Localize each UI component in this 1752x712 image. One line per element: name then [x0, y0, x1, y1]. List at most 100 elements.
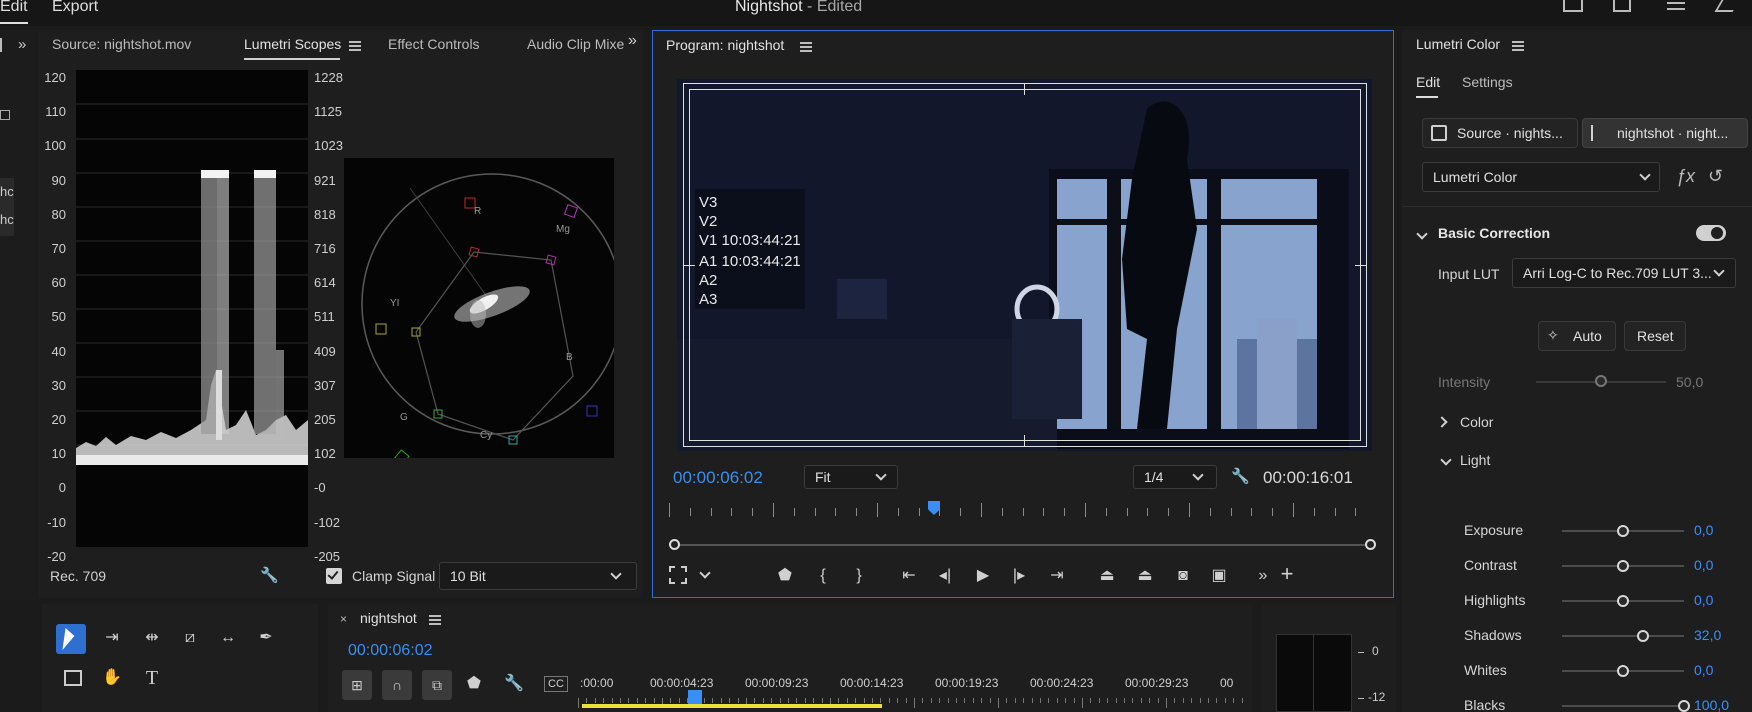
- step-back-icon[interactable]: ◂|: [935, 566, 955, 586]
- hand-tool-icon[interactable]: ✋: [100, 668, 124, 688]
- intensity-knob[interactable]: [1595, 375, 1607, 387]
- light-slider-value[interactable]: 0,0: [1694, 662, 1713, 678]
- sequence-menu-icon[interactable]: [429, 615, 441, 625]
- snap-icon[interactable]: ∩: [382, 670, 412, 700]
- add-marker-icon[interactable]: ⬟: [464, 674, 484, 694]
- light-slider-value[interactable]: 0,0: [1694, 522, 1713, 538]
- intensity-value[interactable]: 50,0: [1676, 374, 1703, 390]
- light-slider-track[interactable]: [1562, 635, 1684, 637]
- timeline-timecode[interactable]: 00:00:06:02: [348, 642, 433, 660]
- fullscreen-icon[interactable]: [1714, 0, 1740, 12]
- go-to-in-icon[interactable]: ⇤: [897, 566, 921, 586]
- sequence-tab[interactable]: nightshot: [360, 610, 417, 626]
- expand-icon[interactable]: »: [18, 36, 26, 53]
- bit-depth-select[interactable]: 10 Bit: [439, 562, 637, 590]
- tab-lumetri-scopes[interactable]: Lumetri Scopes: [244, 36, 341, 52]
- tab-menu-icon[interactable]: [349, 41, 361, 51]
- selection-tool[interactable]: [56, 624, 86, 654]
- thumb-icon: [0, 110, 10, 120]
- source-clip-button[interactable]: Source · nights...: [1422, 118, 1578, 148]
- basic-correction-header[interactable]: Basic Correction: [1438, 225, 1550, 241]
- out-handle[interactable]: [1365, 539, 1376, 550]
- type-tool-icon[interactable]: T: [140, 668, 164, 688]
- timeline-playhead[interactable]: [688, 690, 702, 704]
- lift-icon[interactable]: ⏏: [1095, 566, 1119, 586]
- light-slider-knob[interactable]: [1617, 525, 1629, 537]
- go-to-out-icon[interactable]: ⇥: [1045, 566, 1069, 586]
- light-slider-knob[interactable]: [1678, 700, 1690, 712]
- menu-export[interactable]: Export: [52, 0, 98, 16]
- input-lut-select[interactable]: Arri Log-C to Rec.709 LUT 3...: [1512, 258, 1736, 288]
- tab-source[interactable]: Source: nightshot.mov: [52, 36, 191, 52]
- add-marker-icon[interactable]: ⬟: [775, 566, 795, 586]
- more-tabs-icon[interactable]: »: [628, 32, 637, 50]
- light-slider-value[interactable]: 0,0: [1694, 592, 1713, 608]
- chevron-down-icon[interactable]: [699, 567, 711, 579]
- reset-button[interactable]: Reset: [1624, 321, 1686, 351]
- sequence-clip-button[interactable]: nightshot · night...: [1582, 118, 1748, 148]
- tab-settings[interactable]: Settings: [1462, 74, 1513, 90]
- add-button-icon[interactable]: +: [1277, 563, 1297, 585]
- resolution-select[interactable]: 1/4: [1133, 465, 1217, 489]
- safe-margins-icon[interactable]: [669, 566, 687, 584]
- captions-icon[interactable]: CC: [544, 676, 568, 692]
- effect-select[interactable]: Lumetri Color: [1422, 162, 1660, 192]
- settings-icon[interactable]: [1667, 2, 1685, 4]
- chevron-down-icon[interactable]: [1416, 228, 1428, 240]
- scope-right-tick: 102: [314, 446, 336, 462]
- slip-tool-icon[interactable]: ↔: [216, 628, 240, 648]
- ripple-edit-tool-icon[interactable]: ⇹: [140, 628, 164, 648]
- program-menu-icon[interactable]: [800, 42, 812, 52]
- comparison-view-icon[interactable]: ▣: [1207, 566, 1231, 586]
- light-slider-value[interactable]: 100,0: [1694, 697, 1729, 712]
- fit-select[interactable]: Fit: [804, 465, 898, 489]
- work-area-bar[interactable]: [582, 704, 882, 708]
- nest-icon[interactable]: ⊞: [342, 670, 372, 700]
- track-select-tool-icon[interactable]: ⇥: [100, 628, 124, 648]
- wrench-icon[interactable]: 🔧: [260, 566, 279, 584]
- chevron-down-icon[interactable]: [1440, 454, 1452, 466]
- auto-button[interactable]: ✧ Auto: [1538, 321, 1616, 351]
- light-slider-value[interactable]: 0,0: [1694, 557, 1713, 573]
- extract-icon[interactable]: ⏏: [1133, 566, 1157, 586]
- mark-in-icon[interactable]: {: [813, 566, 833, 586]
- scrub-bar[interactable]: [673, 544, 1371, 546]
- more-controls-icon[interactable]: »: [1253, 566, 1273, 586]
- tab-edit[interactable]: Edit: [1416, 74, 1440, 90]
- light-section-header[interactable]: Light: [1460, 452, 1490, 468]
- light-slider-knob[interactable]: [1617, 595, 1629, 607]
- basic-correction-toggle[interactable]: [1696, 225, 1726, 241]
- playhead-timecode[interactable]: 00:00:06:02: [673, 468, 763, 488]
- export-frame-icon[interactable]: ◙: [1171, 566, 1195, 586]
- lumetri-menu-icon[interactable]: [1512, 41, 1524, 51]
- tab-effect-controls[interactable]: Effect Controls: [388, 36, 480, 52]
- reset-effect-icon[interactable]: ↺: [1708, 166, 1723, 187]
- close-sequence-icon[interactable]: ×: [340, 612, 347, 626]
- timeline-settings-icon[interactable]: 🔧: [504, 674, 524, 694]
- chevron-right-icon[interactable]: [1436, 416, 1448, 428]
- light-slider-value[interactable]: 32,0: [1694, 627, 1721, 643]
- clamp-checkbox[interactable]: [326, 568, 342, 584]
- share-icon[interactable]: [1613, 0, 1631, 12]
- program-playhead[interactable]: [928, 501, 940, 515]
- play-icon[interactable]: ▶: [973, 566, 993, 586]
- mark-out-icon[interactable]: }: [849, 566, 869, 586]
- razor-tool-icon[interactable]: ⧄: [178, 628, 202, 648]
- in-handle[interactable]: [669, 539, 680, 550]
- menu-edit[interactable]: Edit: [0, 0, 28, 16]
- panel-icon[interactable]: [1563, 0, 1583, 12]
- light-slider-track[interactable]: [1562, 705, 1684, 707]
- collapsed-tabs[interactable]: hc hc: [0, 178, 14, 236]
- pen-tool-icon[interactable]: ✒: [254, 628, 278, 648]
- color-section-header[interactable]: Color: [1460, 414, 1493, 430]
- time-ruler[interactable]: [669, 501, 1369, 521]
- fx-icon[interactable]: ƒx: [1676, 166, 1695, 187]
- rectangle-tool-icon[interactable]: [64, 670, 82, 686]
- step-forward-icon[interactable]: |▸: [1009, 566, 1029, 586]
- tab-audio-clip-mixer[interactable]: Audio Clip Mixe: [527, 36, 624, 52]
- light-slider-knob[interactable]: [1617, 560, 1629, 572]
- light-slider-knob[interactable]: [1636, 630, 1649, 642]
- settings-wrench-icon[interactable]: 🔧: [1231, 467, 1250, 485]
- light-slider-knob[interactable]: [1617, 665, 1629, 677]
- linked-selection-icon[interactable]: ⧉: [422, 670, 452, 700]
